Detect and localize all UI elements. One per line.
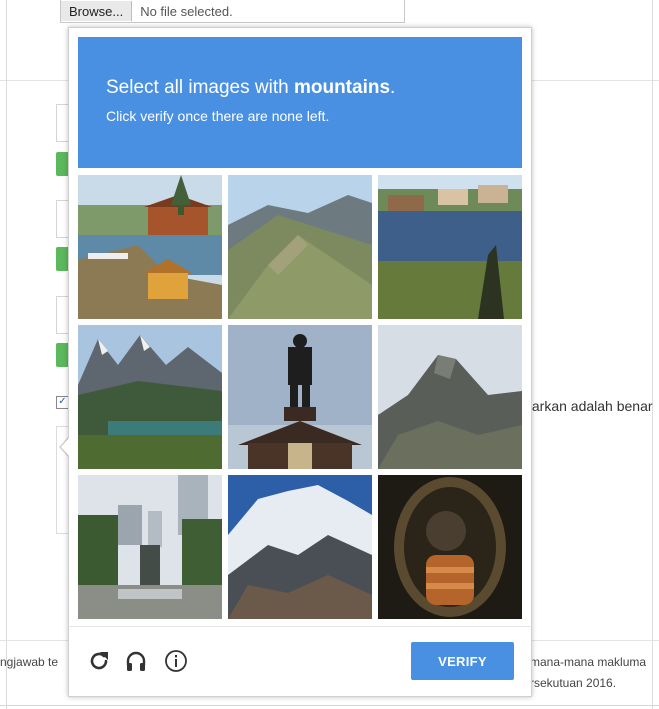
browse-button[interactable]: Browse...: [61, 1, 133, 21]
reload-icon[interactable]: [87, 649, 111, 673]
statue-silhouette-image: [228, 325, 372, 469]
agreement-text: tarkan adalah benar: [528, 398, 653, 414]
page-left-border: [6, 0, 7, 709]
captcha-pointer-inner: [61, 437, 70, 457]
audio-icon[interactable]: [124, 649, 148, 673]
image-tile-7[interactable]: [78, 475, 222, 619]
challenge-subtitle: Click verify once there are none left.: [106, 108, 330, 124]
challenge-prompt: Select all images with mountains.: [106, 77, 396, 98]
image-tile-9[interactable]: [378, 475, 522, 619]
lakeside-houses-image: [78, 175, 222, 319]
mountain-ridge-image: [228, 175, 372, 319]
challenge-header: Select all images with mountains. Click …: [78, 37, 522, 168]
footer-text-right: rsekutuan 2016.: [530, 676, 617, 690]
image-tile-8[interactable]: [228, 475, 372, 619]
challenge-footer: VERIFY: [69, 626, 531, 697]
image-tile-1[interactable]: [78, 175, 222, 319]
city-skyline-fountain-image: [78, 475, 222, 619]
pond-with-houses-image: [378, 175, 522, 319]
rocky-mountain-peak-image: [378, 325, 522, 469]
info-icon[interactable]: [164, 649, 188, 673]
challenge-keyword: mountains: [293, 77, 391, 98]
page-right-border: [652, 0, 653, 709]
alpine-lake-mountains-image: [78, 325, 222, 469]
snowy-mountain-image: [228, 475, 372, 619]
file-input[interactable]: Browse... No file selected.: [60, 0, 405, 23]
footer-text-left: ngjawab te: [0, 655, 59, 669]
image-tile-5[interactable]: [228, 325, 372, 469]
image-grid: [78, 175, 522, 619]
verify-button[interactable]: VERIFY: [411, 642, 514, 680]
page-bottom-border: [0, 705, 659, 706]
footer-text-right: mana-mana makluma: [530, 655, 647, 669]
image-tile-4[interactable]: [78, 325, 222, 469]
image-tile-2[interactable]: [228, 175, 372, 319]
image-tile-3[interactable]: [378, 175, 522, 319]
file-status: No file selected.: [140, 3, 233, 19]
image-tile-6[interactable]: [378, 325, 522, 469]
bronze-statue-closeup-image: [378, 475, 522, 619]
recaptcha-challenge: Select all images with mountains. Click …: [68, 27, 532, 697]
